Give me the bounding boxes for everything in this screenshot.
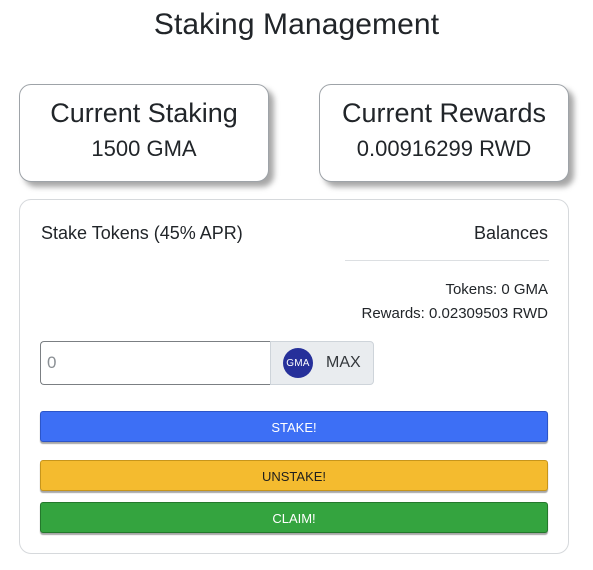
unstake-button[interactable]: UNSTAKE! (40, 460, 548, 491)
stake-panel: Stake Tokens (45% APR) Balances Tokens: … (19, 199, 569, 554)
current-rewards-title: Current Rewards (341, 98, 547, 128)
token-addon: GMA MAX (270, 341, 374, 385)
tokens-balance: Tokens: 0 GMA (445, 281, 548, 298)
current-staking-card: Current Staking 1500 GMA (19, 84, 269, 182)
gma-token-icon: GMA (283, 348, 313, 378)
current-rewards-value: 0.00916299 RWD (356, 136, 532, 161)
page-title: Staking Management (153, 8, 440, 41)
current-staking-value: 1500 GMA (91, 136, 197, 161)
current-staking-title: Current Staking (50, 98, 238, 128)
claim-button[interactable]: CLAIM! (40, 502, 548, 533)
current-rewards-card: Current Rewards 0.00916299 RWD (319, 84, 569, 182)
balances-divider (345, 260, 549, 261)
rewards-balance: Rewards: 0.02309503 RWD (361, 305, 549, 322)
max-button[interactable]: MAX (326, 354, 361, 372)
balances-heading: Balances (473, 223, 548, 243)
stake-tokens-heading: Stake Tokens (45% APR) (41, 223, 243, 243)
stake-amount-input[interactable] (40, 341, 270, 385)
stake-button[interactable]: STAKE! (40, 411, 548, 442)
